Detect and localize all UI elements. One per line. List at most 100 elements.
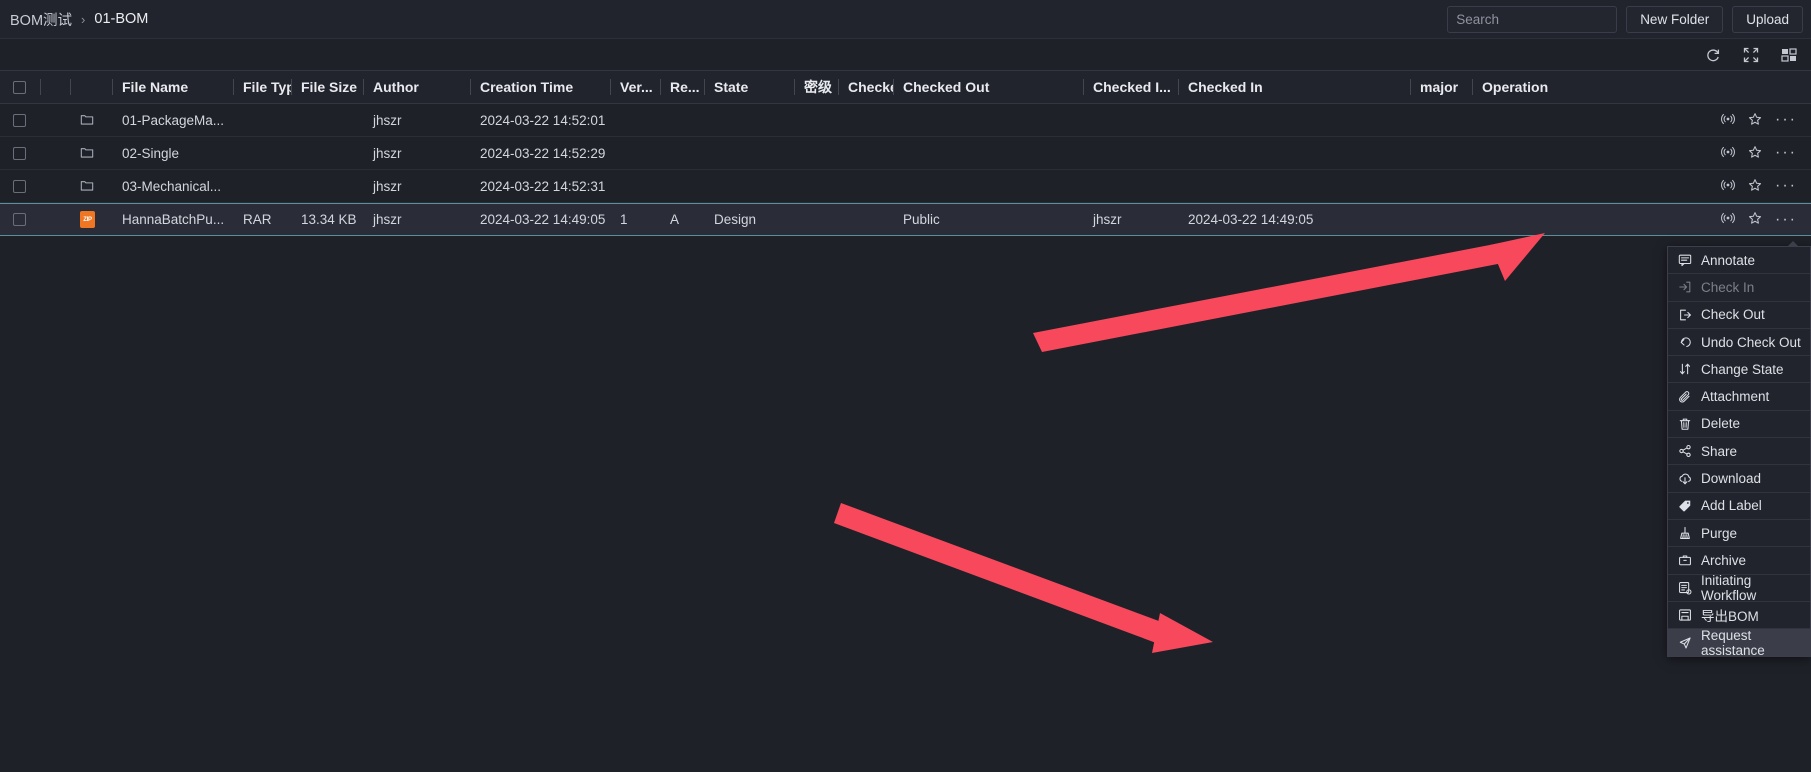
context-menu-item-label: Change State — [1701, 361, 1784, 377]
context-menu-item-label: Archive — [1701, 552, 1747, 568]
context-menu-item-label: Attachment — [1701, 389, 1770, 405]
cell-creation-time: 2024-03-22 14:49:05 — [480, 212, 606, 227]
star-icon[interactable] — [1748, 112, 1762, 129]
row-tag-cell — [40, 137, 70, 169]
cell-creation-time: 2024-03-22 14:52:31 — [480, 178, 606, 194]
context-menu-item[interactable]: 导出BOM — [1668, 602, 1810, 630]
cell-file-name[interactable]: 02-Single — [112, 137, 233, 169]
context-menu-item[interactable]: Add Label — [1668, 493, 1810, 520]
context-menu-item-label: Add Label — [1701, 498, 1762, 514]
context-menu-item[interactable]: Share — [1668, 438, 1810, 466]
new-folder-button[interactable]: New Folder — [1626, 6, 1724, 33]
cell-checked-out — [893, 104, 1083, 136]
row-more-button[interactable]: ··· — [1775, 211, 1797, 228]
header-checked-in-by[interactable]: Checked I... — [1083, 71, 1178, 103]
context-menu-item[interactable]: Download — [1668, 465, 1810, 493]
file-table: File Name File Type File Size Author Cre… — [0, 70, 1811, 236]
context-menu-item[interactable]: Purge — [1668, 520, 1810, 548]
header-select-all[interactable] — [0, 71, 40, 103]
header-creation-time[interactable]: Creation Time — [470, 71, 610, 103]
row-more-button[interactable]: ··· — [1775, 145, 1797, 161]
row-checkbox[interactable] — [13, 146, 26, 160]
row-more-button[interactable]: ··· — [1775, 112, 1797, 128]
cell-checked-out — [893, 170, 1083, 202]
context-menu-item[interactable]: Attachment — [1668, 383, 1810, 411]
row-checkbox[interactable] — [13, 113, 26, 127]
header-state[interactable]: State — [704, 71, 794, 103]
context-menu-item[interactable]: Check Out — [1668, 302, 1810, 329]
broadcast-icon[interactable] — [1721, 112, 1735, 129]
folder-icon — [80, 145, 94, 162]
row-operations: ··· — [1472, 170, 1811, 202]
check-out-icon — [1677, 308, 1692, 322]
cell-file-name[interactable]: 01-PackageMa... — [112, 104, 233, 136]
archive-icon — [1677, 553, 1692, 567]
upload-button[interactable]: Upload — [1732, 6, 1803, 33]
row-select-cell[interactable] — [0, 137, 40, 169]
row-more-button[interactable]: ··· — [1775, 178, 1797, 194]
context-menu-item[interactable]: Undo Check Out — [1668, 329, 1810, 357]
broadcast-icon[interactable] — [1721, 178, 1735, 195]
header-checked-in[interactable]: Checked In — [1178, 71, 1410, 103]
header-major[interactable]: major — [1410, 71, 1472, 103]
row-select-cell[interactable] — [0, 204, 40, 235]
context-menu-item-label: Undo Check Out — [1701, 334, 1801, 350]
table-row[interactable]: 01-PackageMa... jhszr 2024-03-22 14:52:01… — [0, 104, 1811, 137]
header-security-level[interactable]: 密级 — [794, 71, 838, 103]
refresh-icon[interactable] — [1705, 47, 1721, 63]
row-select-cell[interactable] — [0, 104, 40, 136]
cell-file-name[interactable]: 03-Mechanical... — [112, 170, 233, 202]
star-icon[interactable] — [1748, 178, 1762, 195]
table-row[interactable]: 03-Mechanical... jhszr 2024-03-22 14:52:3… — [0, 170, 1811, 203]
cell-file-name[interactable]: HannaBatchPu... — [112, 204, 233, 235]
cell-checked — [838, 104, 893, 136]
table-row[interactable]: ZIP HannaBatchPu... RAR 13.34 KB jhszr 2024… — [0, 203, 1811, 236]
context-menu-item-label: Share — [1701, 443, 1738, 459]
file-manager-app: BOM测试 › 01-BOM New Folder Upload — [0, 0, 1811, 772]
context-menu-item[interactable]: Archive — [1668, 547, 1810, 575]
context-menu-item[interactable]: Delete — [1668, 411, 1810, 439]
header-file-size[interactable]: File Size — [291, 71, 363, 103]
row-checkbox[interactable] — [13, 179, 26, 193]
header-checked-out[interactable]: Checked Out — [893, 71, 1083, 103]
context-menu-item[interactable]: Check In — [1668, 274, 1810, 302]
fullscreen-icon[interactable] — [1743, 47, 1759, 63]
header-revision[interactable]: Re... — [660, 71, 704, 103]
star-icon[interactable] — [1748, 145, 1762, 162]
broadcast-icon[interactable] — [1721, 145, 1735, 162]
header-checked[interactable]: Checke... — [838, 71, 893, 103]
breadcrumb-current[interactable]: 01-BOM — [94, 11, 148, 27]
row-operations: ··· — [1472, 204, 1811, 235]
columns-icon[interactable] — [1781, 47, 1797, 63]
select-all-checkbox[interactable] — [13, 80, 26, 94]
cell-major — [1410, 170, 1472, 202]
star-icon[interactable] — [1748, 211, 1762, 228]
table-body: 01-PackageMa... jhszr 2024-03-22 14:52:01… — [0, 104, 1811, 236]
context-menu-item[interactable]: Request assistance — [1668, 628, 1810, 658]
header-file-type[interactable]: File Type — [233, 71, 291, 103]
row-checkbox[interactable] — [13, 213, 26, 226]
cell-state — [704, 170, 794, 202]
search-box[interactable] — [1447, 6, 1645, 33]
cell-checked-in — [1178, 104, 1410, 136]
header-file-name[interactable]: File Name — [112, 71, 233, 103]
trash-icon — [1677, 417, 1692, 431]
cell-version: 1 — [620, 212, 628, 227]
row-select-cell[interactable] — [0, 170, 40, 202]
broadcast-icon[interactable] — [1721, 211, 1735, 228]
arrow-to-request-assistance — [834, 503, 1213, 653]
context-menu-item[interactable]: Initiating Workflow — [1668, 573, 1810, 603]
search-input[interactable] — [1456, 12, 1634, 27]
cell-major — [1410, 137, 1472, 169]
breadcrumb-root[interactable]: BOM测试 — [10, 9, 72, 30]
table-row[interactable]: 02-Single jhszr 2024-03-22 14:52:29 ··· — [0, 137, 1811, 170]
header-icon — [70, 71, 112, 103]
context-menu-item[interactable]: Annotate — [1668, 247, 1810, 275]
header-version[interactable]: Ver... — [610, 71, 660, 103]
context-menu-item[interactable]: Change State — [1668, 356, 1810, 384]
context-menu-item-label: Annotate — [1701, 252, 1756, 268]
cell-file-type — [233, 104, 291, 136]
cell-revision — [660, 137, 704, 169]
header-author[interactable]: Author — [363, 71, 470, 103]
context-menu-list: Annotate Check In Check Out Undo Check O… — [1668, 247, 1810, 658]
